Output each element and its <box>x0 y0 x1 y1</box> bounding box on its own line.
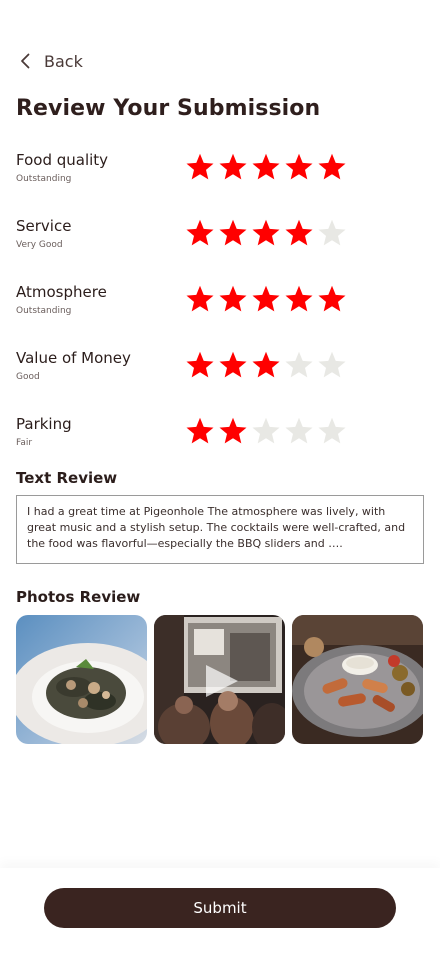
rating-label: Service <box>16 217 72 235</box>
review-photo-food-plate[interactable] <box>16 615 147 744</box>
star-empty-icon[interactable] <box>284 350 314 380</box>
text-review-box[interactable]: I had a great time at Pigeonhole The atm… <box>16 495 424 564</box>
star-empty-icon[interactable] <box>317 350 347 380</box>
rating-descriptor: Fair <box>16 438 33 448</box>
star-rating[interactable] <box>185 284 350 314</box>
text-review-title: Text Review <box>16 469 118 487</box>
star-filled-icon[interactable] <box>218 350 248 380</box>
star-filled-icon[interactable] <box>185 416 215 446</box>
back-button[interactable]: Back <box>16 49 83 73</box>
rating-row-service: Service Very Good <box>16 217 424 257</box>
star-filled-icon[interactable] <box>251 350 281 380</box>
star-filled-icon[interactable] <box>251 284 281 314</box>
food-plate-photo <box>16 615 147 744</box>
star-filled-icon[interactable] <box>317 152 347 182</box>
star-filled-icon[interactable] <box>218 284 248 314</box>
star-rating[interactable] <box>185 350 350 380</box>
chevron-left-icon <box>21 53 30 69</box>
review-photo-food-platter[interactable] <box>292 615 423 744</box>
rating-descriptor: Good <box>16 372 40 382</box>
rating-descriptor: Outstanding <box>16 306 72 316</box>
star-filled-icon[interactable] <box>218 416 248 446</box>
rating-row-value-of-money: Value of Money Good <box>16 349 424 389</box>
restaurant-video-thumbnail <box>154 615 285 744</box>
star-filled-icon[interactable] <box>185 152 215 182</box>
star-empty-icon[interactable] <box>317 416 347 446</box>
star-empty-icon[interactable] <box>284 416 314 446</box>
submit-button[interactable]: Submit <box>44 888 396 928</box>
star-filled-icon[interactable] <box>284 284 314 314</box>
back-label: Back <box>44 51 83 71</box>
review-video-restaurant[interactable] <box>154 615 285 744</box>
rating-row-parking: Parking Fair <box>16 415 424 455</box>
rating-descriptor: Outstanding <box>16 174 72 184</box>
star-filled-icon[interactable] <box>185 350 215 380</box>
rating-label: Value of Money <box>16 349 131 367</box>
star-filled-icon[interactable] <box>317 284 347 314</box>
page-title: Review Your Submission <box>16 96 321 121</box>
food-platter-photo <box>292 615 423 744</box>
star-filled-icon[interactable] <box>218 218 248 248</box>
star-filled-icon[interactable] <box>251 152 281 182</box>
rating-descriptor: Very Good <box>16 240 63 250</box>
rating-row-atmosphere: Atmosphere Outstanding <box>16 283 424 323</box>
rating-label: Atmosphere <box>16 283 107 301</box>
star-filled-icon[interactable] <box>185 284 215 314</box>
rating-row-food-quality: Food quality Outstanding <box>16 151 424 191</box>
star-filled-icon[interactable] <box>218 152 248 182</box>
photos-review-title: Photos Review <box>16 588 141 606</box>
star-filled-icon[interactable] <box>185 218 215 248</box>
star-rating[interactable] <box>185 152 350 182</box>
star-rating[interactable] <box>185 218 350 248</box>
star-empty-icon[interactable] <box>251 416 281 446</box>
rating-label: Parking <box>16 415 72 433</box>
star-rating[interactable] <box>185 416 350 446</box>
star-filled-icon[interactable] <box>284 152 314 182</box>
star-filled-icon[interactable] <box>284 218 314 248</box>
rating-label: Food quality <box>16 151 109 169</box>
star-empty-icon[interactable] <box>317 218 347 248</box>
star-filled-icon[interactable] <box>251 218 281 248</box>
